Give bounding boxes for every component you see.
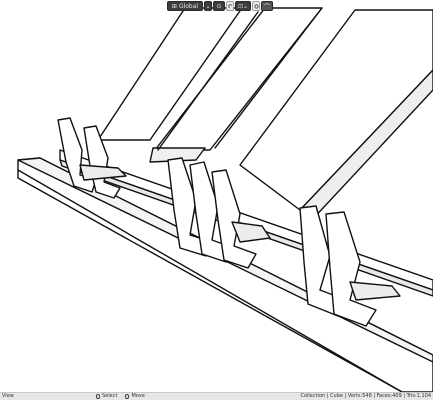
transform-orientation-icon: ⊞: [171, 2, 177, 10]
move-hint: Move: [125, 393, 145, 400]
snap-icon[interactable]: [226, 1, 234, 11]
status-bar: View Select Move Collection | Cube | Ver…: [0, 392, 433, 400]
viewport-scene: [17, 7, 433, 392]
viewport-header: ⊞ Global ⌄ ⊙ ⊡⌄ ⌒: [167, 0, 273, 12]
mouse-left-icon: [96, 394, 100, 399]
transform-orientation-label: Global: [178, 2, 199, 10]
snap-target-icon[interactable]: ⊡⌄: [235, 1, 251, 11]
mouse-middle-icon: [125, 394, 130, 399]
status-view-label[interactable]: View: [2, 393, 14, 400]
select-hint: Select: [96, 393, 117, 400]
scene-statistics: Collection | Cube | Verts:548 | Faces:40…: [300, 393, 431, 399]
status-keymap-hints: Select Move: [96, 393, 145, 400]
orientation-chevron-icon[interactable]: ⌄: [204, 1, 212, 11]
transform-orientation-dropdown[interactable]: ⊞ Global: [167, 1, 203, 11]
falloff-icon[interactable]: ⌒: [261, 1, 273, 11]
3d-viewport[interactable]: ⊞ Global ⌄ ⊙ ⊡⌄ ⌒: [0, 0, 433, 392]
pivot-icon[interactable]: ⊙: [213, 1, 225, 11]
proportional-edit-icon[interactable]: [252, 1, 260, 11]
